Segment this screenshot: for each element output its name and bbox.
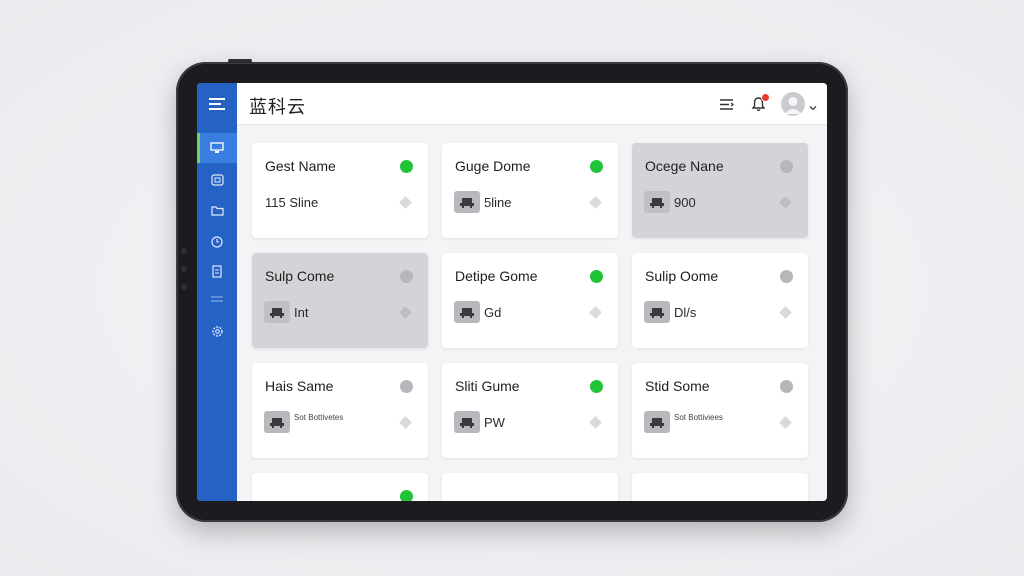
tablet-frame: 蓝科云 Gest Name 115 Sline Guge Dome 5line … (176, 59, 848, 522)
device-icon (264, 301, 290, 323)
device-name: Detipe Gome (455, 268, 538, 284)
device-value: Int (294, 305, 309, 320)
device-value: Sot Bottivetes (294, 413, 344, 422)
device-card-partial[interactable] (442, 473, 618, 501)
device-icon (454, 411, 480, 433)
device-card[interactable]: Sulip Oome Dl/s (632, 253, 808, 348)
device-card[interactable]: Hais Same Sot Bottivetes (252, 363, 428, 458)
device-value: Sot Bottiviees (674, 413, 723, 422)
device-name: Sulip Oome (645, 268, 719, 284)
notifications-button[interactable] (748, 93, 770, 114)
app-title: 蓝科云 (249, 97, 306, 118)
notification-badge (761, 93, 770, 102)
side-button (181, 284, 187, 290)
device-icon (210, 174, 224, 186)
status-offline-indicator (780, 160, 793, 173)
diamond-icon[interactable] (589, 416, 602, 429)
device-name: Gest Name (265, 158, 336, 174)
device-icon (264, 411, 290, 433)
device-value: Dl/s (674, 305, 697, 320)
side-button (181, 266, 187, 272)
device-icon (454, 301, 480, 323)
diamond-icon[interactable] (779, 196, 792, 209)
app-screen: 蓝科云 Gest Name 115 Sline Guge Dome 5line … (197, 83, 827, 501)
diamond-icon[interactable] (779, 306, 792, 319)
status-online-indicator (400, 490, 413, 501)
device-value: 5line (484, 195, 512, 210)
monitor-icon (210, 142, 224, 153)
list-icon (719, 98, 734, 110)
device-name: Hais Same (265, 378, 334, 394)
list-button[interactable] (716, 94, 736, 114)
status-online-indicator (590, 270, 603, 283)
folder-icon (210, 205, 224, 216)
status-offline-indicator (400, 270, 413, 283)
status-idle-indicator (780, 270, 793, 283)
diamond-icon[interactable] (399, 196, 412, 209)
device-card[interactable]: Sliti Gume PW (442, 363, 618, 458)
background: 蓝科云 Gest Name 115 Sline Guge Dome 5line … (0, 0, 1024, 576)
status-idle-indicator (400, 380, 413, 393)
status-online-indicator (590, 380, 603, 393)
status-idle-indicator (780, 380, 793, 393)
device-card[interactable]: Sulp Come Int (252, 253, 428, 348)
device-value: 115 Sline (265, 195, 319, 210)
device-name: Sulp Come (265, 268, 335, 284)
sidebar-item-devices[interactable] (197, 165, 237, 195)
device-card[interactable]: Stid Some Sot Bottiviees (632, 363, 808, 458)
divider-icon (211, 296, 223, 302)
diamond-icon[interactable] (399, 416, 412, 429)
sidebar-item-lines[interactable] (197, 284, 237, 314)
device-name: Ocege Nane (645, 158, 724, 174)
device-card-partial[interactable] (252, 473, 428, 501)
sidebar-item-history[interactable] (197, 227, 237, 257)
chevron-down-icon (809, 106, 817, 111)
sidebar-item-settings[interactable] (197, 316, 237, 346)
device-name: Sliti Gume (455, 378, 520, 394)
menu-button[interactable] (197, 83, 237, 125)
top-header: 蓝科云 (237, 83, 827, 125)
diamond-icon[interactable] (399, 306, 412, 319)
avatar[interactable] (781, 92, 805, 116)
device-card[interactable]: Detipe Gome Gd (442, 253, 618, 348)
gear-icon (211, 325, 223, 337)
device-icon (454, 191, 480, 213)
device-icon (644, 411, 670, 433)
device-card[interactable]: Gest Name 115 Sline (252, 143, 428, 238)
document-icon (212, 264, 222, 278)
status-online-indicator (590, 160, 603, 173)
device-name: Guge Dome (455, 158, 531, 174)
sidebar-item-monitor[interactable] (197, 133, 237, 163)
sidebar-item-documents[interactable] (197, 256, 237, 286)
account-menu-toggle[interactable] (809, 98, 817, 116)
user-icon (784, 97, 802, 114)
device-value: Gd (484, 305, 502, 320)
diamond-icon[interactable] (589, 196, 602, 209)
device-card-partial[interactable] (632, 473, 808, 501)
device-name: Stid Some (645, 378, 710, 394)
hamburger-icon (209, 98, 225, 110)
device-card[interactable]: Ocege Nane 900 (632, 143, 808, 238)
device-icon (644, 301, 670, 323)
device-value: 900 (674, 195, 696, 210)
side-button (181, 248, 187, 254)
device-value: PW (484, 415, 505, 430)
device-icon (644, 191, 670, 213)
clock-icon (211, 236, 223, 248)
sidebar (197, 83, 237, 501)
status-online-indicator (400, 160, 413, 173)
diamond-icon[interactable] (779, 416, 792, 429)
diamond-icon[interactable] (589, 306, 602, 319)
device-card[interactable]: Guge Dome 5line (442, 143, 618, 238)
sidebar-item-folder[interactable] (197, 195, 237, 225)
